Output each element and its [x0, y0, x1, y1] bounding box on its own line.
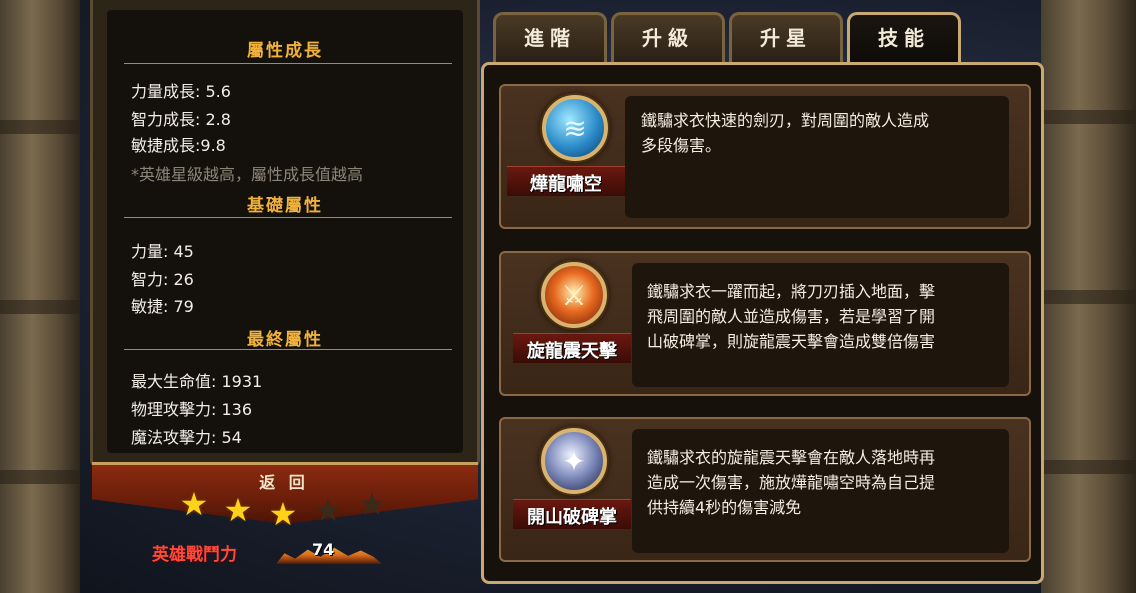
skill-card: 鐵驌求衣的旋龍震天擊會在敵人落地時再 造成一次傷害，施放燁龍嘯空時為自己提 供持…: [499, 417, 1031, 562]
whirlwind-icon[interactable]: ≋: [542, 95, 608, 161]
final-section-title: 最終屬性: [247, 330, 323, 350]
stone-pillar-left: [0, 0, 80, 593]
growth-section-title: 屬性成長: [247, 41, 323, 61]
agility-growth: 敏捷成長:9.8: [131, 136, 226, 155]
hero-power-value: 74: [312, 540, 335, 559]
star-filled-icon: ★: [268, 495, 298, 533]
tab-advance[interactable]: 進階: [493, 12, 607, 62]
physical-attack: 物理攻擊力: 136: [131, 400, 253, 419]
hero-power-label: 英雄戰鬥力: [152, 545, 237, 565]
star-empty-icon: ★: [313, 491, 343, 529]
skill-name: 燁龍嘯空: [530, 174, 602, 195]
skill-description-line: 飛周圍的敵人並造成傷害，若是學習了開: [647, 307, 936, 326]
back-button[interactable]: 返 回: [254, 470, 314, 496]
skill-description-line: 鐵驌求衣快速的劍刃，對周圍的敵人造成: [641, 111, 930, 130]
base-strength: 力量: 45: [131, 242, 194, 261]
divider: [124, 63, 452, 64]
divider: [124, 349, 452, 350]
skill-description-line: 造成一次傷害，施放燁龍嘯空時為自己提: [647, 473, 936, 492]
skill-description-line: 多段傷害。: [641, 136, 722, 155]
strength-growth: 力量成長: 5.6: [131, 82, 231, 101]
magic-attack: 魔法攻擊力: 54: [131, 428, 242, 447]
skill-card: 鐵驌求衣一躍而起，將刀刃插入地面，擊 飛周圍的敵人並造成傷害，若是學習了開 山破…: [499, 251, 1031, 396]
star-filled-icon: ★: [223, 491, 253, 529]
skill-description-line: 山破碑掌，則旋龍震天擊會造成雙倍傷害: [647, 332, 936, 351]
tab-star-up[interactable]: 升星: [729, 12, 843, 62]
attributes-panel: 屬性成長 力量成長: 5.6 智力成長: 2.8 敏捷成長:9.8 *英雄星級越…: [90, 0, 480, 468]
growth-note: *英雄星級越高，屬性成長值越高: [131, 165, 364, 184]
attributes-list: 屬性成長 力量成長: 5.6 智力成長: 2.8 敏捷成長:9.8 *英雄星級越…: [107, 10, 463, 453]
skill-description-line: 供持續4秒的傷害減免: [647, 498, 802, 517]
skill-card: 鐵驌求衣快速的劍刃，對周圍的敵人造成 多段傷害。 燁龍嘯空 ≋: [499, 84, 1031, 229]
intelligence-growth: 智力成長: 2.8: [131, 110, 231, 129]
base-agility: 敏捷: 79: [131, 297, 194, 316]
base-intelligence: 智力: 26: [131, 270, 194, 289]
stone-pillar-right: [1041, 0, 1136, 593]
sword-burst-icon[interactable]: ⚔: [541, 262, 607, 328]
star-filled-icon: ★: [179, 485, 209, 523]
blade-guard-icon[interactable]: ✦: [541, 428, 607, 494]
skill-description-line: 鐵驌求衣一躍而起，將刀刃插入地面，擊: [647, 282, 936, 301]
star-empty-icon: ★: [357, 485, 387, 523]
skill-description-line: 鐵驌求衣的旋龍震天擊會在敵人落地時再: [647, 448, 936, 467]
base-section-title: 基礎屬性: [247, 196, 323, 216]
tab-skills[interactable]: 技能: [847, 12, 961, 62]
skill-name: 旋龍震天擊: [527, 341, 617, 362]
divider: [124, 217, 452, 218]
tab-upgrade[interactable]: 升級: [611, 12, 725, 62]
skill-name: 開山破碑掌: [527, 507, 617, 528]
max-hp: 最大生命值: 1931: [131, 372, 263, 391]
